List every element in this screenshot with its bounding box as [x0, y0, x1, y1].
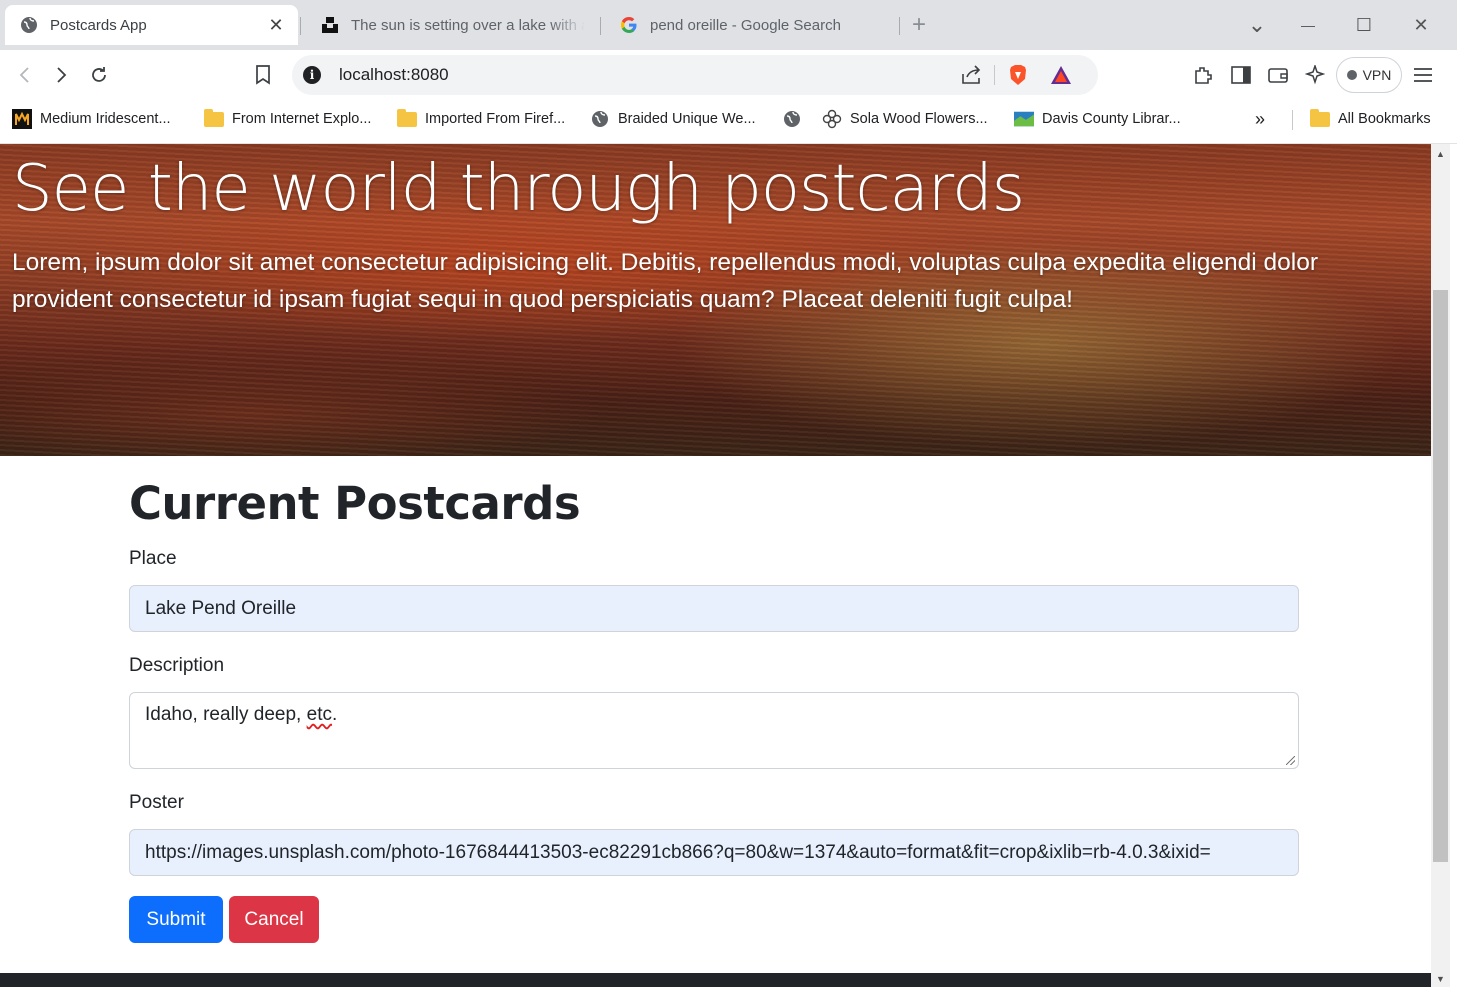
description-text-end: . — [331, 704, 338, 725]
bookmark-item[interactable]: Medium Iridescent... — [12, 108, 171, 130]
bookmark-folder[interactable]: From Internet Explo... — [204, 108, 371, 130]
form-buttons: Submit Cancel — [129, 896, 429, 943]
menu-icon[interactable] — [1410, 62, 1436, 88]
bookmark-item[interactable]: Braided Unique We... — [590, 108, 756, 130]
submit-button[interactable]: Submit — [129, 896, 223, 943]
form-heading: Current Postcards — [129, 477, 581, 530]
minimize-button[interactable]: — — [1296, 12, 1320, 38]
description-label: Description — [129, 655, 225, 676]
omnibox-divider — [994, 65, 995, 85]
bookmark-label: From Internet Explo... — [232, 111, 372, 127]
folder-icon — [397, 108, 417, 128]
bookmark-folder[interactable]: Imported From Firef... — [397, 108, 565, 130]
brave-shields-icon[interactable] — [1006, 63, 1030, 87]
tab-separator — [300, 17, 301, 35]
hero-title: See the world through postcards — [12, 152, 1025, 226]
globe-icon — [19, 15, 39, 35]
leo-ai-icon[interactable] — [1302, 62, 1328, 88]
scroll-thumb[interactable] — [1433, 290, 1448, 862]
vpn-status-icon — [1346, 70, 1357, 80]
bookmark-item[interactable] — [782, 108, 810, 130]
google-icon — [619, 15, 639, 35]
globe-icon — [782, 110, 802, 128]
forward-arrow-icon — [57, 67, 67, 83]
new-tab-button[interactable]: + — [912, 13, 926, 37]
scroll-down-arrow-icon[interactable]: ▼ — [1431, 971, 1450, 987]
extensions-icon[interactable] — [1190, 62, 1216, 88]
reload-button[interactable] — [86, 62, 112, 88]
tab-separator — [899, 17, 900, 35]
description-text: Idaho, really deep, — [145, 704, 307, 725]
tab-unsplash[interactable]: The sun is setting over a lake with a — [306, 5, 598, 45]
all-bookmarks-folder[interactable]: All Bookmarks — [1310, 108, 1431, 130]
tab-label: pend oreille - Google Search — [650, 16, 841, 34]
unsplash-icon — [320, 15, 340, 35]
back-button[interactable] — [12, 62, 38, 88]
reload-icon — [92, 67, 106, 82]
close-tab-icon[interactable]: ✕ — [266, 15, 286, 35]
maximize-button[interactable]: ☐ — [1352, 12, 1376, 38]
folder-icon — [1310, 108, 1330, 128]
bookmark-label: Davis County Librar... — [1042, 111, 1181, 127]
poster-input[interactable]: https://images.unsplash.com/photo-167684… — [129, 829, 1299, 876]
bookmark-icon — [256, 65, 270, 85]
bookmark-page-button[interactable] — [250, 62, 276, 88]
close-window-button[interactable]: ✕ — [1409, 12, 1433, 38]
forward-button[interactable] — [48, 62, 74, 88]
bookmarks-overflow-icon[interactable]: » — [1255, 108, 1265, 130]
globe-icon — [590, 110, 610, 128]
vpn-button[interactable]: VPN — [1336, 57, 1402, 93]
vpn-label: VPN — [1362, 67, 1392, 83]
scroll-up-arrow-icon[interactable]: ▲ — [1431, 146, 1450, 162]
tab-postcards-app[interactable]: Postcards App ✕ — [5, 5, 298, 45]
tab-label: The sun is setting over a lake with a — [351, 16, 585, 34]
bookmarks-bar: Medium Iridescent... From Internet Explo… — [0, 100, 1457, 144]
resize-grip-icon[interactable] — [1286, 756, 1295, 765]
tab-strip: Postcards App ✕ The sun is setting over … — [0, 0, 1457, 50]
postcard-form: Current Postcards Place Lake Pend Oreill… — [129, 476, 1299, 943]
page-viewport: See the world through postcards Lorem, i… — [0, 144, 1431, 987]
site-info-icon[interactable]: i — [303, 66, 321, 84]
page-scrollbar[interactable]: ▲ ▼ — [1431, 144, 1450, 987]
tab-search-icon[interactable]: ⌄ — [1245, 12, 1269, 38]
place-label: Place — [129, 548, 177, 569]
misspelled-word: etc — [306, 704, 332, 725]
brave-rewards-icon[interactable] — [1049, 63, 1073, 87]
flower-icon — [822, 109, 842, 129]
share-icon[interactable] — [960, 63, 984, 87]
tab-google-search[interactable]: pend oreille - Google Search — [605, 5, 900, 45]
tab-separator — [600, 17, 601, 35]
description-textarea[interactable]: Idaho, really deep, etc. — [129, 692, 1299, 769]
folder-icon — [204, 108, 224, 128]
bookmark-label: Sola Wood Flowers... — [850, 111, 988, 127]
bookmark-label: Imported From Firef... — [425, 111, 566, 127]
back-arrow-icon — [19, 67, 29, 83]
bookmark-item[interactable]: Davis County Librar... — [1014, 108, 1181, 130]
bookmark-label: All Bookmarks — [1338, 111, 1431, 127]
page-footer — [0, 973, 1431, 987]
bookmarks-divider — [1292, 110, 1293, 130]
bookmark-item[interactable]: Sola Wood Flowers... — [822, 108, 988, 130]
place-input[interactable]: Lake Pend Oreille — [129, 585, 1299, 632]
window-edge — [1450, 144, 1457, 987]
bookmark-label: Medium Iridescent... — [40, 111, 171, 127]
library-icon — [1014, 110, 1034, 128]
url-text[interactable]: localhost:8080 — [339, 65, 449, 85]
hero-text: Lorem, ipsum dolor sit amet consectetur … — [12, 249, 1319, 313]
poster-label: Poster — [129, 792, 184, 813]
sidebar-icon[interactable] — [1228, 62, 1254, 88]
cancel-button[interactable]: Cancel — [229, 896, 319, 943]
tab-label: Postcards App — [50, 16, 147, 34]
address-bar[interactable]: i localhost:8080 — [292, 55, 1098, 95]
wallet-icon[interactable] — [1265, 62, 1291, 88]
hero-banner: See the world through postcards Lorem, i… — [0, 144, 1431, 456]
browser-toolbar: i localhost:8080 VPN — [0, 50, 1457, 100]
bookmark-label: Braided Unique We... — [618, 111, 756, 127]
m-logo-icon — [12, 109, 32, 129]
